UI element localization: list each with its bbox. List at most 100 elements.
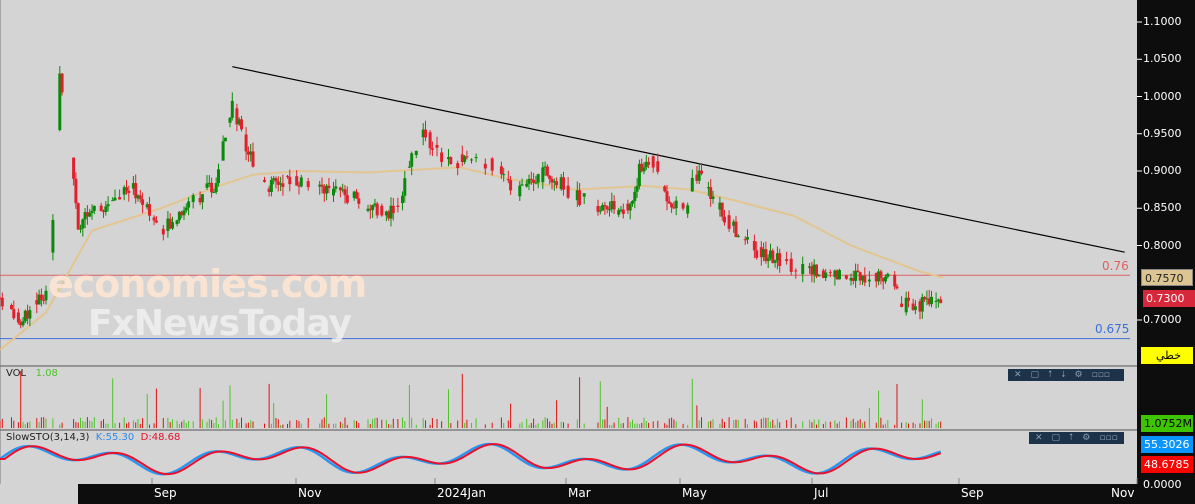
candle bbox=[51, 220, 55, 253]
candle bbox=[681, 203, 685, 209]
candle bbox=[88, 212, 92, 217]
time-tick-label: May bbox=[682, 486, 707, 500]
candle bbox=[598, 210, 602, 212]
candle bbox=[345, 195, 349, 203]
price-chart[interactable] bbox=[0, 0, 1195, 504]
candle bbox=[299, 177, 303, 187]
candle bbox=[39, 294, 43, 300]
arrow-up-icon[interactable]: ⭡ bbox=[1048, 369, 1052, 381]
candle bbox=[766, 258, 770, 262]
candle bbox=[518, 185, 522, 197]
candle bbox=[605, 206, 609, 210]
candle bbox=[148, 204, 151, 216]
candle bbox=[720, 202, 724, 217]
candle bbox=[785, 259, 789, 262]
gear-icon[interactable]: ⚙ bbox=[1075, 369, 1083, 381]
close-icon[interactable]: ✕ bbox=[1035, 432, 1043, 444]
candle bbox=[127, 190, 131, 193]
time-tick-label: Mar bbox=[568, 486, 591, 500]
candle bbox=[104, 206, 108, 212]
candle bbox=[541, 167, 545, 183]
candle bbox=[548, 175, 552, 180]
time-tick-label: 2024Jan bbox=[437, 486, 487, 500]
close-icon[interactable]: ✕ bbox=[1014, 369, 1022, 381]
candle bbox=[357, 198, 361, 204]
candle bbox=[900, 303, 904, 307]
candle bbox=[545, 166, 549, 176]
candle bbox=[913, 306, 917, 310]
level-label-076: 0.76 bbox=[1102, 259, 1129, 273]
candle bbox=[490, 158, 494, 171]
candle bbox=[670, 203, 674, 208]
candle bbox=[187, 201, 191, 208]
candle bbox=[656, 161, 660, 172]
candle bbox=[200, 194, 204, 203]
watermark-economies: economies.com bbox=[48, 262, 367, 306]
candle bbox=[138, 195, 142, 200]
candle bbox=[893, 274, 897, 287]
candle bbox=[555, 181, 559, 186]
candle bbox=[863, 275, 867, 283]
price-tick-label: 1.0000 bbox=[1143, 89, 1182, 103]
candle bbox=[631, 200, 634, 204]
candle bbox=[223, 137, 227, 142]
candle bbox=[711, 196, 715, 200]
watermark-fxnewstoday: FxNewsToday bbox=[88, 303, 352, 344]
price-tick-label: 1.0500 bbox=[1143, 52, 1182, 66]
candle bbox=[375, 203, 379, 216]
candle bbox=[470, 159, 473, 161]
candle bbox=[76, 203, 80, 230]
arrow-down-icon[interactable]: ⭣ bbox=[1061, 369, 1065, 381]
candle bbox=[895, 286, 899, 289]
candle bbox=[401, 195, 404, 204]
volume-last-tag: 1.0752M bbox=[1141, 415, 1193, 432]
maximize-icon[interactable]: ▢ bbox=[1031, 369, 1040, 381]
candle bbox=[509, 180, 513, 191]
candle bbox=[152, 217, 156, 221]
candle bbox=[175, 220, 179, 225]
candle bbox=[430, 148, 434, 150]
gear-icon[interactable]: ⚙ bbox=[1082, 432, 1090, 444]
time-tick-label: Sep bbox=[154, 486, 177, 500]
more-icon[interactable]: ▫▫▫ bbox=[1092, 369, 1110, 381]
candle bbox=[499, 166, 503, 175]
candle bbox=[16, 312, 20, 323]
candle bbox=[879, 271, 883, 278]
candle bbox=[844, 275, 848, 279]
candle bbox=[723, 216, 726, 223]
candle bbox=[355, 191, 358, 199]
candle bbox=[171, 222, 174, 229]
candle bbox=[191, 195, 195, 203]
candle bbox=[651, 156, 655, 168]
candle bbox=[414, 150, 418, 156]
arrow-up-icon[interactable]: ⭡ bbox=[1069, 432, 1073, 444]
candle bbox=[111, 200, 115, 202]
candle bbox=[801, 264, 805, 275]
candle bbox=[663, 186, 667, 192]
candle bbox=[295, 176, 299, 186]
price-tick-label: 0.8500 bbox=[1143, 201, 1182, 215]
last-price-tag: 0.7300 bbox=[1143, 290, 1195, 307]
line-type-button[interactable]: خطي bbox=[1141, 347, 1193, 364]
candle bbox=[214, 183, 218, 192]
time-tick-label: Sep bbox=[961, 486, 984, 500]
more-icon[interactable]: ▫▫▫ bbox=[1099, 432, 1117, 444]
candle bbox=[633, 191, 637, 201]
maximize-icon[interactable]: ▢ bbox=[1052, 432, 1061, 444]
candle bbox=[612, 201, 616, 210]
candle bbox=[752, 241, 756, 251]
candle bbox=[817, 275, 821, 277]
plot-background bbox=[0, 0, 1137, 504]
candle bbox=[205, 183, 209, 188]
candle bbox=[536, 174, 540, 183]
candle bbox=[161, 228, 165, 235]
candle bbox=[182, 210, 186, 216]
candle bbox=[424, 129, 427, 138]
candle bbox=[789, 258, 793, 272]
candle bbox=[0, 297, 4, 307]
candle bbox=[221, 141, 225, 161]
candle bbox=[332, 188, 335, 196]
candle bbox=[456, 163, 460, 169]
candle bbox=[566, 185, 570, 198]
candle bbox=[12, 309, 16, 319]
